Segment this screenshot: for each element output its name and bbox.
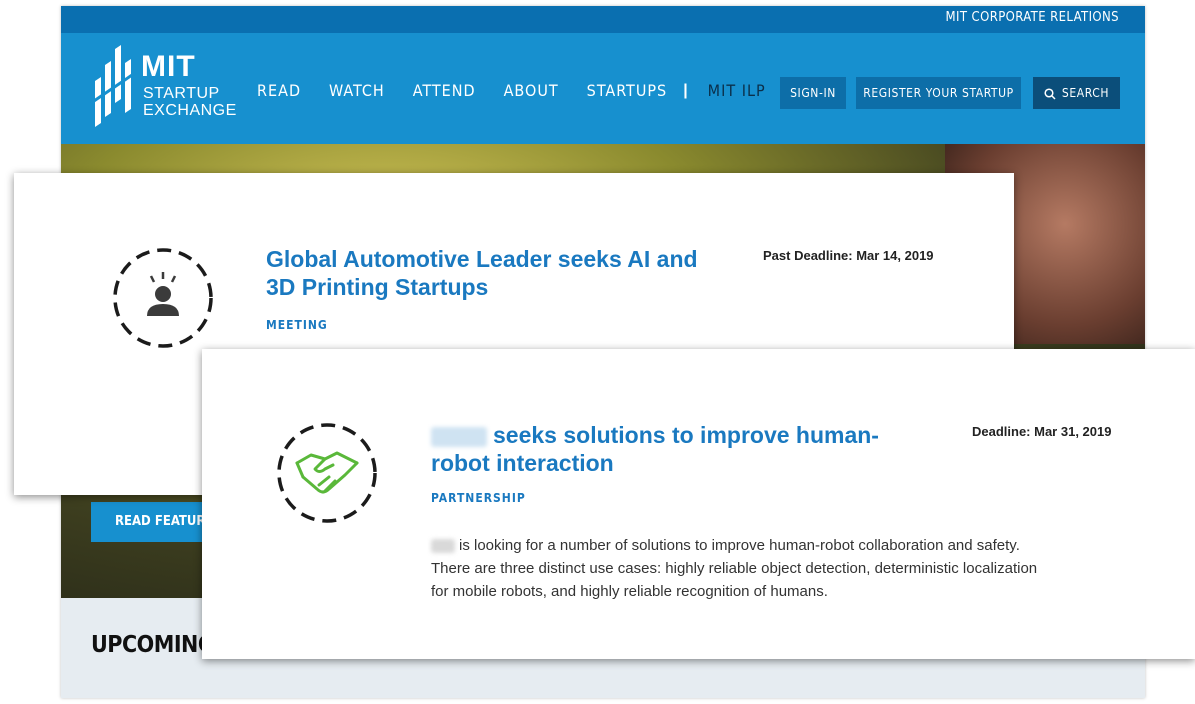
card-title[interactable]: seeks solutions to improve human- robot … [431,421,879,477]
nav-startups[interactable]: STARTUPS [587,81,668,100]
opportunity-card-partnership[interactable]: seeks solutions to improve human- robot … [202,349,1195,659]
top-utility-bar: MIT CORPORATE RELATIONS [61,6,1145,33]
logo-mark-icon [90,45,136,127]
card-title[interactable]: Global Automotive Leader seeks AI and 3D… [266,245,698,301]
card-title-line: 3D Printing Startups [266,274,489,300]
nav-attend[interactable]: ATTEND [413,81,476,100]
search-icon [1044,87,1056,100]
main-navbar: MIT STARTUP EXCHANGE READ WATCH ATTEND A… [61,33,1145,144]
card-title-line: seeks solutions to improve human- [431,421,879,449]
register-startup-button[interactable]: REGISTER YOUR STARTUP [856,77,1021,109]
corporate-relations-link[interactable]: MIT CORPORATE RELATIONS [946,10,1119,25]
logo-text-exchange: EXCHANGE [143,102,237,119]
logo-text-mit: MIT [141,50,196,83]
card-type-label: PARTNERSHIP [431,491,526,505]
redacted-company-name [431,426,487,447]
card-description-line: for mobile robots, and highly reliable r… [431,583,828,600]
nav-separator: | [683,81,688,99]
upcoming-heading: UPCOMING [91,632,215,658]
card-description-line: There are three distinct use cases: high… [431,560,1038,577]
primary-nav: READ WATCH ATTEND ABOUT STARTUPS | MIT I… [257,81,766,100]
card-description-text: is looking for a number of solutions to … [459,537,1020,554]
card-deadline: Past Deadline: Mar 14, 2019 [763,248,934,263]
person-idea-icon [113,248,213,348]
nav-watch[interactable]: WATCH [329,81,385,100]
nav-mit-ilp[interactable]: MIT ILP [708,81,766,100]
card-title-line: robot interaction [431,450,614,476]
nav-read[interactable]: READ [257,81,301,100]
search-button[interactable]: SEARCH [1033,77,1120,109]
card-description-line: is looking for a number of solutions to … [431,534,1037,557]
nav-about[interactable]: ABOUT [504,81,559,100]
site-logo[interactable]: MIT STARTUP EXCHANGE [89,43,249,135]
card-title-text: seeks solutions to improve human- [493,422,879,448]
handshake-icon [277,423,377,523]
card-deadline: Deadline: Mar 31, 2019 [972,424,1112,439]
card-title-line: Global Automotive Leader seeks AI and [266,246,698,272]
card-type-label: MEETING [266,318,328,332]
redacted-company-name [431,539,455,554]
search-button-label: SEARCH [1061,86,1110,100]
card-description: is looking for a number of solutions to … [431,534,1037,603]
sign-in-button[interactable]: SIGN-IN [780,77,846,109]
logo-text-startup: STARTUP [143,85,220,102]
